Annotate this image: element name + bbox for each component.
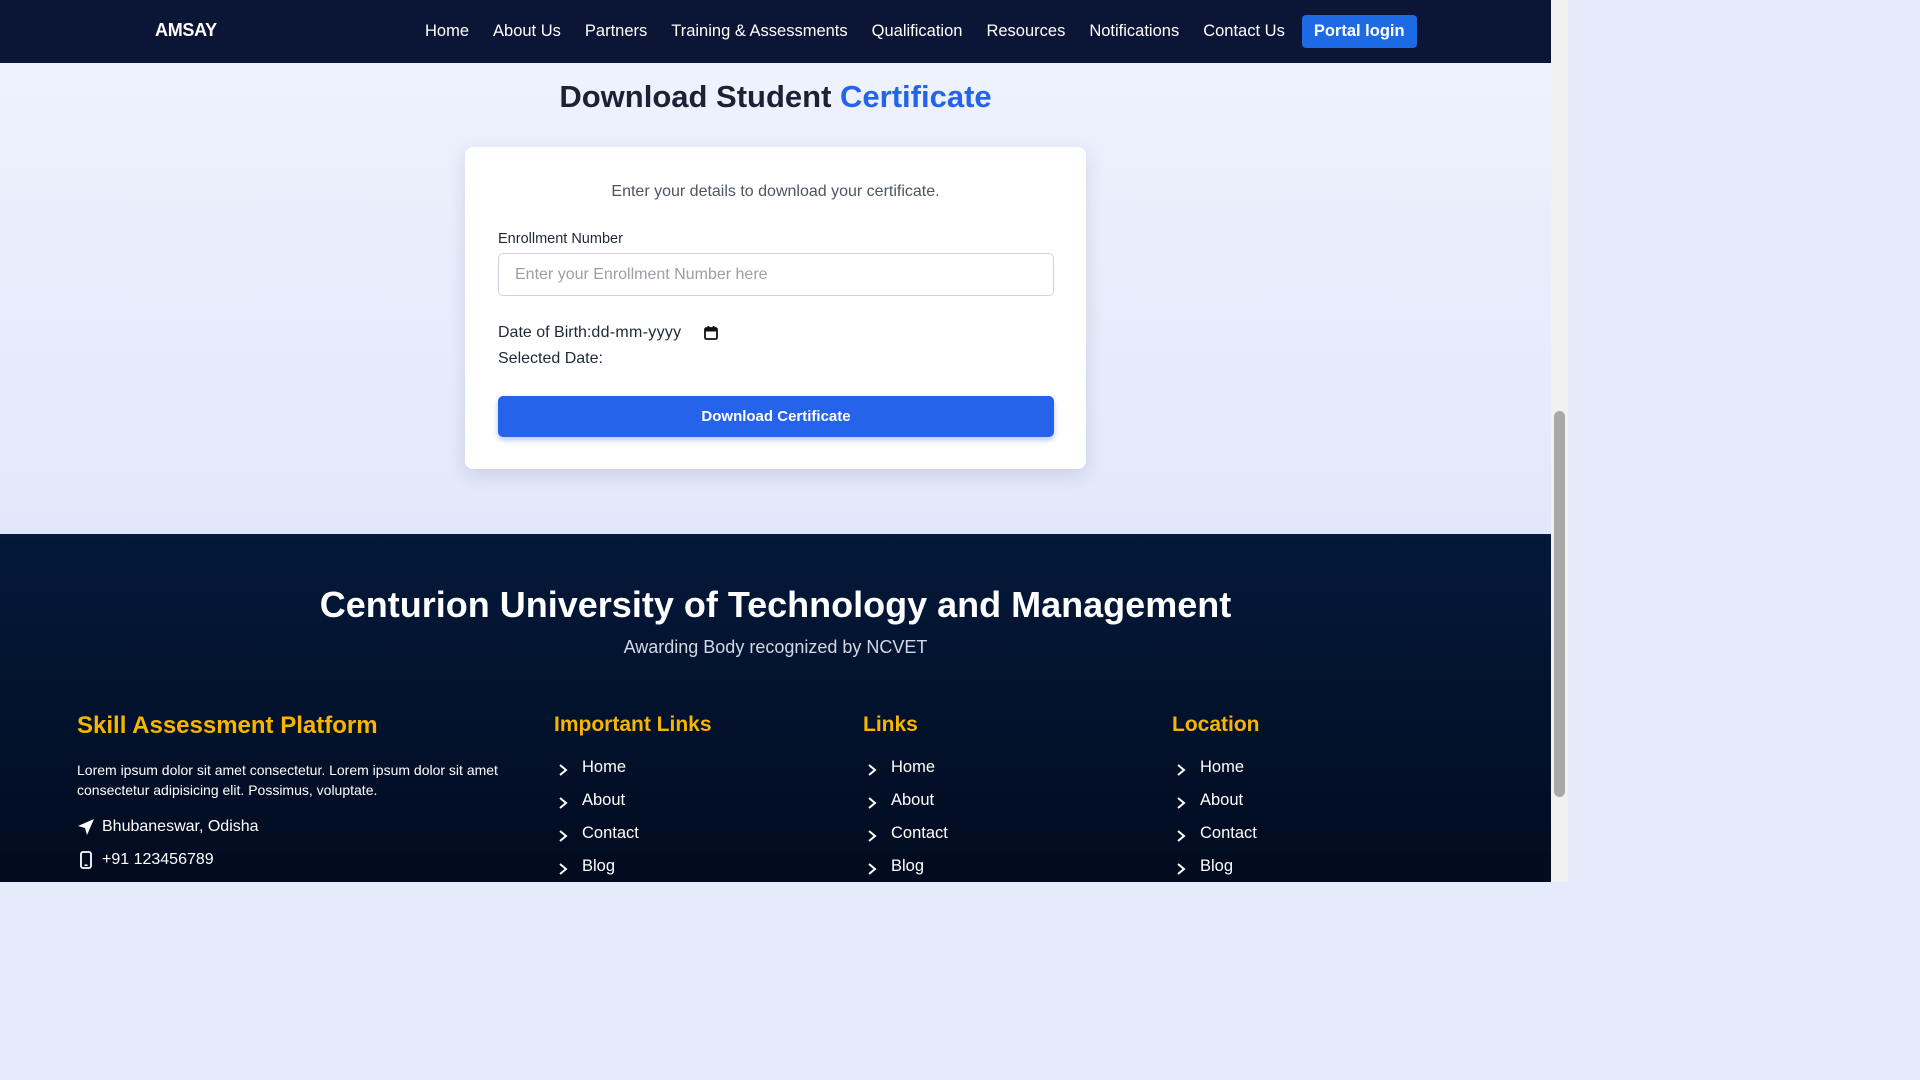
footer-link-blog[interactable]: Blog xyxy=(1172,850,1257,883)
enrollment-number-input[interactable] xyxy=(498,253,1054,296)
nav-home[interactable]: Home xyxy=(413,22,481,41)
chevron-right-icon xyxy=(867,828,877,842)
page-title-main: Download Student xyxy=(559,79,832,114)
footer-phone-text: +91 123456789 xyxy=(102,851,214,868)
nav-contact-us[interactable]: Contact Us xyxy=(1191,22,1297,41)
footer-title: Centurion University of Technology and M… xyxy=(319,584,1232,625)
footer-address: Bhubaneswar, Odisha xyxy=(77,818,259,836)
footer-location-list: Home About Contact Blog xyxy=(1172,751,1257,883)
chevron-right-icon xyxy=(1176,861,1186,875)
footer-link-label: Blog xyxy=(582,857,616,875)
brand-logo[interactable]: AMSAY xyxy=(155,20,217,41)
location-arrow-icon xyxy=(77,818,95,836)
footer-link-label: Contact xyxy=(582,824,639,842)
footer-link-label: Contact xyxy=(891,824,948,842)
footer-links-list: Home About Contact Blog xyxy=(863,751,948,883)
chevron-right-icon xyxy=(558,861,568,875)
nav-about-us[interactable]: About Us xyxy=(481,22,573,41)
footer-link-contact[interactable]: Contact xyxy=(554,817,639,850)
footer-link-label: Home xyxy=(582,758,627,776)
footer-location-heading: Location xyxy=(1172,713,1260,736)
download-certificate-button[interactable]: Download Certificate xyxy=(498,396,1054,437)
main-nav: Home About Us Partners Training & Assess… xyxy=(413,0,1417,63)
nav-partners[interactable]: Partners xyxy=(573,22,659,41)
footer-link-label: Home xyxy=(1200,758,1245,776)
main-content: Download Student Certificate Enter your … xyxy=(0,63,1551,534)
scrollbar-thumb[interactable] xyxy=(1554,411,1565,797)
footer-link-label: About xyxy=(891,791,935,809)
page-title: Download Student Certificate xyxy=(0,79,1551,115)
footer-link-contact[interactable]: Contact xyxy=(863,817,948,850)
footer-about-text: Lorem ipsum dolor sit amet consectetur. … xyxy=(77,762,498,798)
nav-resources[interactable]: Resources xyxy=(974,22,1077,41)
footer-link-home[interactable]: Home xyxy=(554,751,639,784)
footer-links-heading: Links xyxy=(863,713,918,736)
footer-address-text: Bhubaneswar, Odisha xyxy=(102,818,259,835)
form-intro-text: Enter your details to download your cert… xyxy=(611,183,940,200)
footer-important-links-heading: Important Links xyxy=(554,713,712,736)
footer-link-label: Blog xyxy=(1200,857,1234,875)
date-of-birth-label: Date of Birth: xyxy=(498,324,592,341)
portal-login-button[interactable]: Portal login xyxy=(1301,15,1417,48)
date-of-birth-input[interactable]: dd-mm-yyyy xyxy=(591,324,681,342)
chevron-right-icon xyxy=(558,795,568,809)
certificate-form-card: Enter your details to download your cert… xyxy=(465,147,1086,469)
footer-link-home[interactable]: Home xyxy=(863,751,948,784)
chevron-right-icon xyxy=(867,861,877,875)
footer-link-about[interactable]: About xyxy=(1172,784,1257,817)
footer-link-about[interactable]: About xyxy=(863,784,948,817)
footer-link-home[interactable]: Home xyxy=(1172,751,1257,784)
site-footer: Centurion University of Technology and M… xyxy=(0,534,1551,882)
nav-qualification[interactable]: Qualification xyxy=(860,22,975,41)
date-of-birth-field[interactable]: Date of Birth: dd-mm-yyyy xyxy=(498,324,719,342)
footer-link-label: Blog xyxy=(891,857,925,875)
nav-training-assessments[interactable]: Training & Assessments xyxy=(659,22,859,41)
footer-link-contact[interactable]: Contact xyxy=(1172,817,1257,850)
chevron-right-icon xyxy=(867,795,877,809)
chevron-right-icon xyxy=(1176,795,1186,809)
footer-link-label: Home xyxy=(891,758,936,776)
chevron-right-icon xyxy=(1176,762,1186,776)
footer-phone: +91 123456789 xyxy=(77,851,214,869)
enrollment-number-label: Enrollment Number xyxy=(498,231,623,247)
mobile-phone-icon xyxy=(77,851,95,869)
footer-about-heading: Skill Assessment Platform xyxy=(77,712,378,739)
footer-link-about[interactable]: About xyxy=(554,784,639,817)
top-navbar: AMSAY Home About Us Partners Training & … xyxy=(0,0,1551,63)
footer-link-label: Contact xyxy=(1200,824,1257,842)
nav-notifications[interactable]: Notifications xyxy=(1077,22,1191,41)
chevron-right-icon xyxy=(1176,828,1186,842)
chevron-right-icon xyxy=(867,762,877,776)
footer-link-label: About xyxy=(582,791,626,809)
calendar-icon[interactable] xyxy=(703,325,719,341)
chevron-right-icon xyxy=(558,828,568,842)
footer-link-blog[interactable]: Blog xyxy=(863,850,948,883)
footer-link-label: About xyxy=(1200,791,1244,809)
chevron-right-icon xyxy=(558,762,568,776)
selected-date-text: Selected Date: xyxy=(498,350,603,367)
footer-link-blog[interactable]: Blog xyxy=(554,850,639,883)
footer-subtitle: Awarding Body recognized by NCVET xyxy=(623,637,928,657)
footer-important-links-list: Home About Contact Blog xyxy=(554,751,639,883)
vertical-scrollbar[interactable] xyxy=(1551,0,1568,882)
page-title-accent: Certificate xyxy=(840,79,992,114)
